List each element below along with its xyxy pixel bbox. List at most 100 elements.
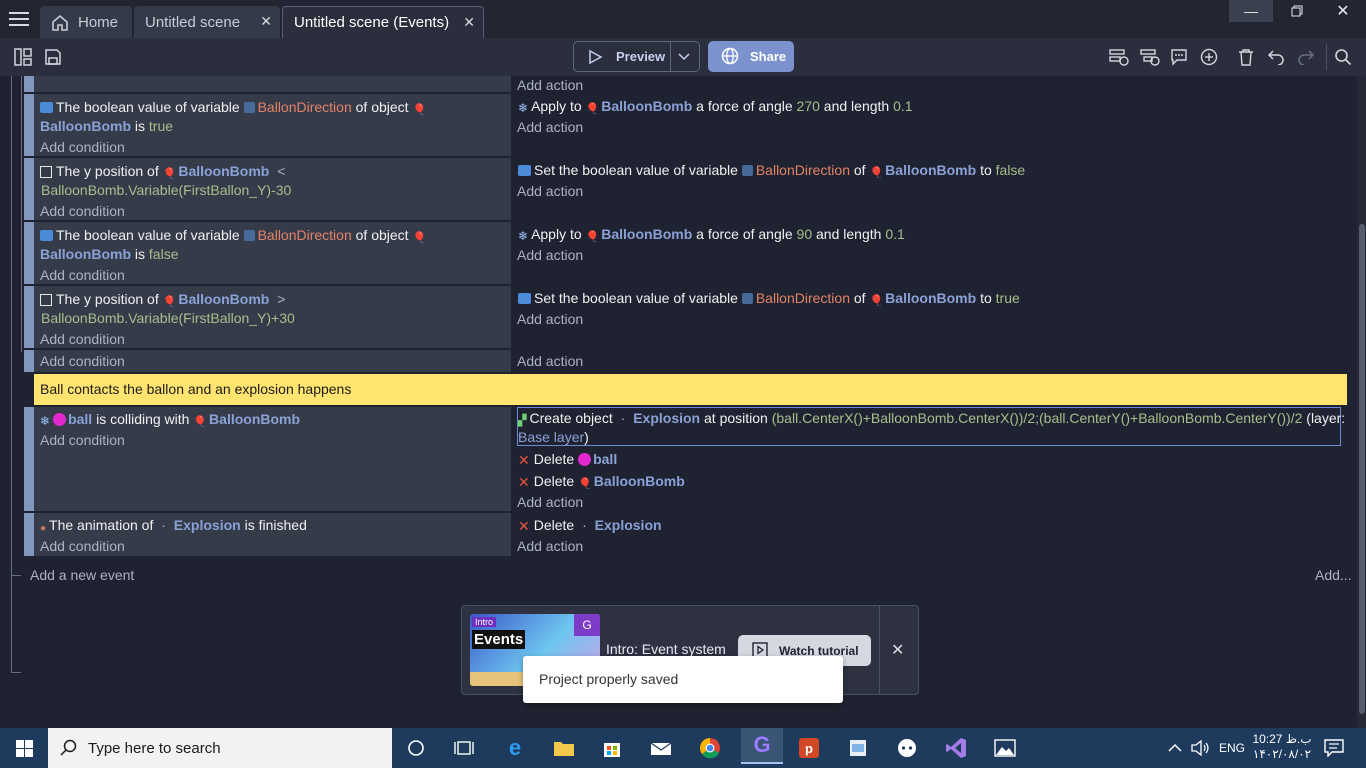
store-icon[interactable] bbox=[596, 732, 628, 764]
layout-icon[interactable] bbox=[11, 45, 35, 69]
language-indicator[interactable]: ENG bbox=[1219, 728, 1245, 768]
add-action-link[interactable]: Add action bbox=[517, 119, 583, 135]
add-condition-link[interactable]: Add condition bbox=[40, 432, 125, 448]
add-action-link[interactable]: Add action bbox=[517, 77, 583, 93]
volume-icon[interactable] bbox=[1191, 728, 1211, 768]
event-drag-handle[interactable] bbox=[24, 350, 34, 372]
event-drag-handle[interactable] bbox=[24, 286, 34, 348]
add-condition-link[interactable]: Add condition bbox=[40, 331, 125, 347]
action[interactable]: ▞ Create object · Explosion at position (… bbox=[518, 410, 1345, 427]
balloon-icon: 🎈 bbox=[162, 168, 177, 180]
action[interactable]: Set the boolean value of variable Ballon… bbox=[518, 290, 1020, 307]
variable-icon bbox=[741, 165, 753, 176]
action[interactable]: ✕ Delete 🎈 BalloonBomb bbox=[518, 473, 685, 491]
action[interactable]: ❄ Apply to 🎈 BalloonBomb a force of angle … bbox=[518, 226, 905, 243]
add-action-link[interactable]: Add action bbox=[517, 353, 583, 369]
powerpoint-icon[interactable]: p bbox=[793, 732, 825, 764]
close-icon[interactable]: ✕ bbox=[463, 14, 475, 31]
condition[interactable]: The boolean value of variable BallonDire… bbox=[40, 99, 428, 116]
discord-icon[interactable] bbox=[891, 732, 923, 764]
undo-icon[interactable] bbox=[1264, 45, 1288, 69]
add-action-link[interactable]: Add action bbox=[517, 494, 583, 510]
action[interactable]: ✕ Delete · Explosion bbox=[518, 517, 662, 535]
minimize-icon[interactable]: — bbox=[1229, 0, 1273, 22]
tab-home[interactable]: Home bbox=[40, 6, 132, 38]
chrome-icon[interactable] bbox=[694, 732, 726, 764]
windows-start-icon[interactable] bbox=[0, 728, 48, 768]
condition[interactable]: The boolean value of variable BallonDire… bbox=[40, 227, 428, 244]
preview-button[interactable]: Preview bbox=[573, 41, 700, 72]
event-drag-handle[interactable] bbox=[24, 94, 34, 156]
condition[interactable]: ● The animation of · Explosion is finishe… bbox=[40, 517, 307, 534]
add-condition-link[interactable]: Add condition bbox=[40, 353, 125, 369]
delete-icon: ✕ bbox=[518, 518, 530, 534]
event-drag-handle[interactable] bbox=[24, 407, 34, 511]
taskbar-search-input[interactable]: Type here to search bbox=[48, 728, 392, 768]
cortana-icon[interactable] bbox=[400, 732, 432, 764]
add-condition-link[interactable]: Add condition bbox=[40, 203, 125, 219]
chevron-down-icon[interactable] bbox=[678, 51, 690, 61]
balloon-icon: 🎈 bbox=[412, 232, 427, 244]
title-bar: Home Untitled scene ✕ Untitled scene (Ev… bbox=[0, 0, 1366, 38]
tab-untitled-scene[interactable]: Untitled scene ✕ bbox=[134, 6, 280, 38]
gdevelop-icon[interactable]: G bbox=[741, 728, 783, 764]
save-icon[interactable] bbox=[41, 45, 65, 69]
condition[interactable]: The y position of 🎈 BalloonBomb < bbox=[40, 163, 285, 180]
balloon-icon: 🎈 bbox=[412, 104, 427, 116]
close-icon[interactable]: ✕ bbox=[891, 640, 904, 660]
add-more-dropdown[interactable]: Add... bbox=[1315, 567, 1352, 583]
add-new-event-link[interactable]: Add a new event bbox=[30, 567, 134, 583]
photos-icon[interactable] bbox=[989, 732, 1021, 764]
event-drag-handle[interactable] bbox=[24, 513, 34, 556]
add-condition-link[interactable]: Add condition bbox=[40, 538, 125, 554]
notifications-icon[interactable] bbox=[1324, 728, 1344, 768]
variable-icon bbox=[518, 293, 531, 304]
home-icon bbox=[51, 14, 69, 31]
add-event-icon[interactable] bbox=[1107, 45, 1131, 69]
trash-icon[interactable] bbox=[1234, 45, 1258, 69]
task-view-icon[interactable] bbox=[448, 732, 480, 764]
close-window-icon[interactable]: ✕ bbox=[1321, 0, 1365, 22]
mail-icon[interactable] bbox=[645, 732, 677, 764]
add-action-link[interactable]: Add action bbox=[517, 311, 583, 327]
share-button[interactable]: Share bbox=[708, 41, 794, 72]
visual-studio-icon[interactable] bbox=[940, 732, 972, 764]
add-condition-link[interactable]: Add condition bbox=[40, 139, 125, 155]
add-condition-link[interactable]: Add condition bbox=[40, 267, 125, 283]
delete-icon: ✕ bbox=[518, 452, 530, 468]
hamburger-menu-icon[interactable] bbox=[0, 0, 38, 38]
redo-icon bbox=[1294, 45, 1318, 69]
add-action-link[interactable]: Add action bbox=[517, 183, 583, 199]
paint-icon[interactable] bbox=[842, 732, 874, 764]
condition[interactable]: ❄ ball is colliding with 🎈 BalloonBomb bbox=[40, 411, 300, 428]
physics-icon: ❄ bbox=[518, 229, 529, 243]
tutorial-title: Intro: Event system bbox=[606, 641, 726, 657]
conditions-panel: The y position of 🎈 BalloonBomb < Balloon… bbox=[34, 158, 511, 220]
action[interactable]: Set the boolean value of variable Ballon… bbox=[518, 162, 1025, 179]
scrollbar-thumb[interactable] bbox=[1359, 224, 1365, 714]
actions-panel: Set the boolean value of variable Ballon… bbox=[512, 158, 1347, 220]
action[interactable]: ✕ Delete ball bbox=[518, 451, 617, 469]
add-circle-icon[interactable] bbox=[1197, 45, 1221, 69]
add-action-link[interactable]: Add action bbox=[517, 247, 583, 263]
conditions-panel: The boolean value of variable BallonDire… bbox=[34, 222, 511, 284]
condition[interactable]: The y position of 🎈 BalloonBomb > bbox=[40, 291, 285, 308]
action[interactable]: ❄ Apply to 🎈 BalloonBomb a force of angle … bbox=[518, 98, 913, 115]
show-hidden-icons[interactable] bbox=[1168, 728, 1182, 768]
event-drag-handle[interactable] bbox=[24, 158, 34, 220]
add-subevent-icon[interactable] bbox=[1138, 45, 1162, 69]
tab-untitled-scene-events[interactable]: Untitled scene (Events) ✕ bbox=[282, 6, 484, 38]
search-icon[interactable] bbox=[1331, 45, 1355, 69]
file-explorer-icon[interactable] bbox=[548, 732, 580, 764]
comment-event[interactable]: Ball contacts the ballon and an explosio… bbox=[34, 374, 1347, 405]
add-comment-icon[interactable] bbox=[1167, 45, 1191, 69]
restore-icon[interactable] bbox=[1275, 0, 1319, 22]
play-icon bbox=[587, 49, 603, 65]
system-clock[interactable]: 10:27 ب.ظ ۱۴۰۲/۰۸/۰۲ bbox=[1252, 732, 1312, 762]
edge-icon[interactable]: e bbox=[499, 732, 531, 764]
add-action-link[interactable]: Add action bbox=[517, 538, 583, 554]
actions-panel: Set the boolean value of variable Ballon… bbox=[512, 286, 1347, 348]
close-icon[interactable]: ✕ bbox=[260, 13, 272, 30]
globe-icon bbox=[721, 47, 739, 65]
event-drag-handle[interactable] bbox=[24, 222, 34, 284]
